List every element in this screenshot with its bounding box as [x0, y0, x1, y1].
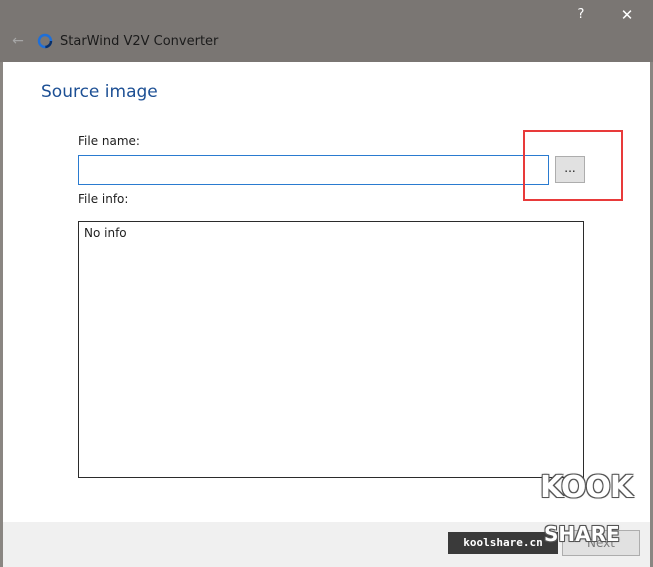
- file-info-label: File info:: [78, 192, 129, 206]
- back-button[interactable]: ←: [8, 31, 28, 51]
- watermark-url: koolshare.cn: [448, 532, 558, 554]
- page-title: Source image: [41, 82, 158, 102]
- next-button[interactable]: Next: [562, 530, 640, 556]
- file-info-box[interactable]: No info: [78, 221, 584, 478]
- file-name-input[interactable]: [78, 155, 549, 185]
- title-bar: ← StarWind V2V Converter ? ✕: [0, 0, 653, 62]
- browse-button[interactable]: ...: [555, 156, 585, 183]
- close-button[interactable]: ✕: [614, 2, 640, 28]
- app-title: StarWind V2V Converter: [60, 34, 219, 49]
- file-info-text: No info: [84, 226, 127, 240]
- file-name-label: File name:: [78, 134, 140, 148]
- starwind-logo-icon: [37, 33, 53, 49]
- window-border-left: [0, 62, 3, 567]
- help-button[interactable]: ?: [568, 2, 594, 28]
